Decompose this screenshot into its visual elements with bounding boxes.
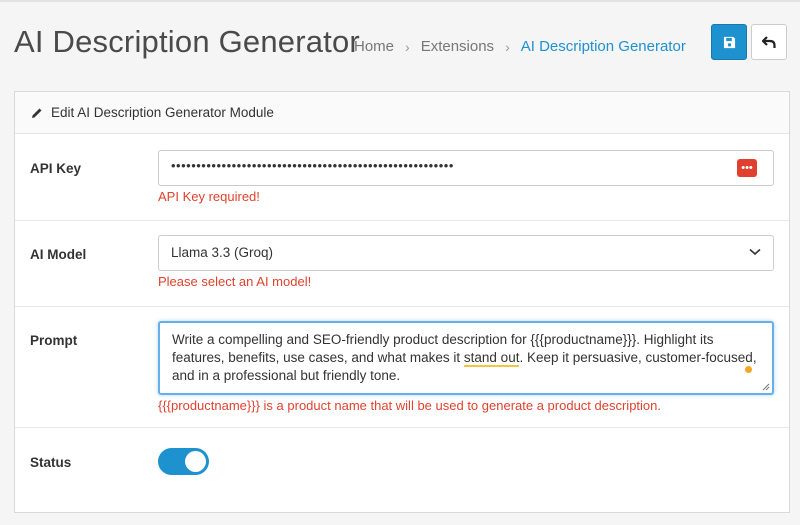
breadcrumb-separator-icon: › <box>405 38 410 55</box>
prompt-label: Prompt <box>30 333 78 348</box>
prompt-textarea[interactable]: Write a compelling and SEO-friendly prod… <box>158 321 774 395</box>
breadcrumb-home[interactable]: Home <box>354 38 394 55</box>
chevron-down-icon <box>749 248 761 256</box>
ai-model-row: AI Model Llama 3.3 (Groq) Please select … <box>15 221 789 307</box>
password-manager-icon[interactable]: ••• <box>737 159 757 177</box>
edit-module-panel: Edit AI Description Generator Module API… <box>14 91 790 513</box>
api-key-row: API Key ••••••••••••••••••••••••••••••••… <box>15 135 789 221</box>
api-key-input[interactable]: ••••••••••••••••••••••••••••••••••••••••… <box>158 150 774 186</box>
ai-model-error: Please select an AI model! <box>158 274 312 289</box>
toggle-knob <box>185 451 206 472</box>
status-label: Status <box>30 455 72 470</box>
page-title: AI Description Generator <box>14 24 360 59</box>
api-key-error: API Key required! <box>158 189 260 204</box>
save-icon <box>723 36 735 48</box>
ai-model-select[interactable]: Llama 3.3 (Groq) <box>158 235 774 271</box>
grammar-indicator-icon[interactable] <box>745 366 752 373</box>
breadcrumb-separator-icon: › <box>505 38 510 55</box>
save-button[interactable] <box>711 24 747 60</box>
status-toggle[interactable] <box>158 448 209 475</box>
ai-model-selected-value: Llama 3.3 (Groq) <box>171 245 274 260</box>
panel-heading: Edit AI Description Generator Module <box>15 92 789 134</box>
breadcrumb-extensions[interactable]: Extensions <box>421 38 494 55</box>
ai-model-label: AI Model <box>30 247 87 262</box>
api-key-label: API Key <box>30 161 82 176</box>
pencil-icon <box>31 107 43 119</box>
back-button[interactable] <box>751 24 787 60</box>
breadcrumb: Home › Extensions › AI Description Gener… <box>354 38 686 55</box>
prompt-help-text: {{{productname}}} is a product name that… <box>158 398 662 413</box>
back-arrow-icon <box>762 35 776 48</box>
panel-heading-text: Edit AI Description Generator Module <box>51 105 274 120</box>
prompt-text-highlight: stand out <box>463 350 520 367</box>
page-header: AI Description Generator Home › Extensio… <box>0 0 800 80</box>
api-key-value: ••••••••••••••••••••••••••••••••••••••••… <box>171 158 454 173</box>
prompt-row: Prompt Write a compelling and SEO-friend… <box>15 307 789 428</box>
status-row: Status <box>15 428 789 498</box>
breadcrumb-current[interactable]: AI Description Generator <box>521 38 686 55</box>
resize-handle-icon[interactable] <box>762 383 770 391</box>
